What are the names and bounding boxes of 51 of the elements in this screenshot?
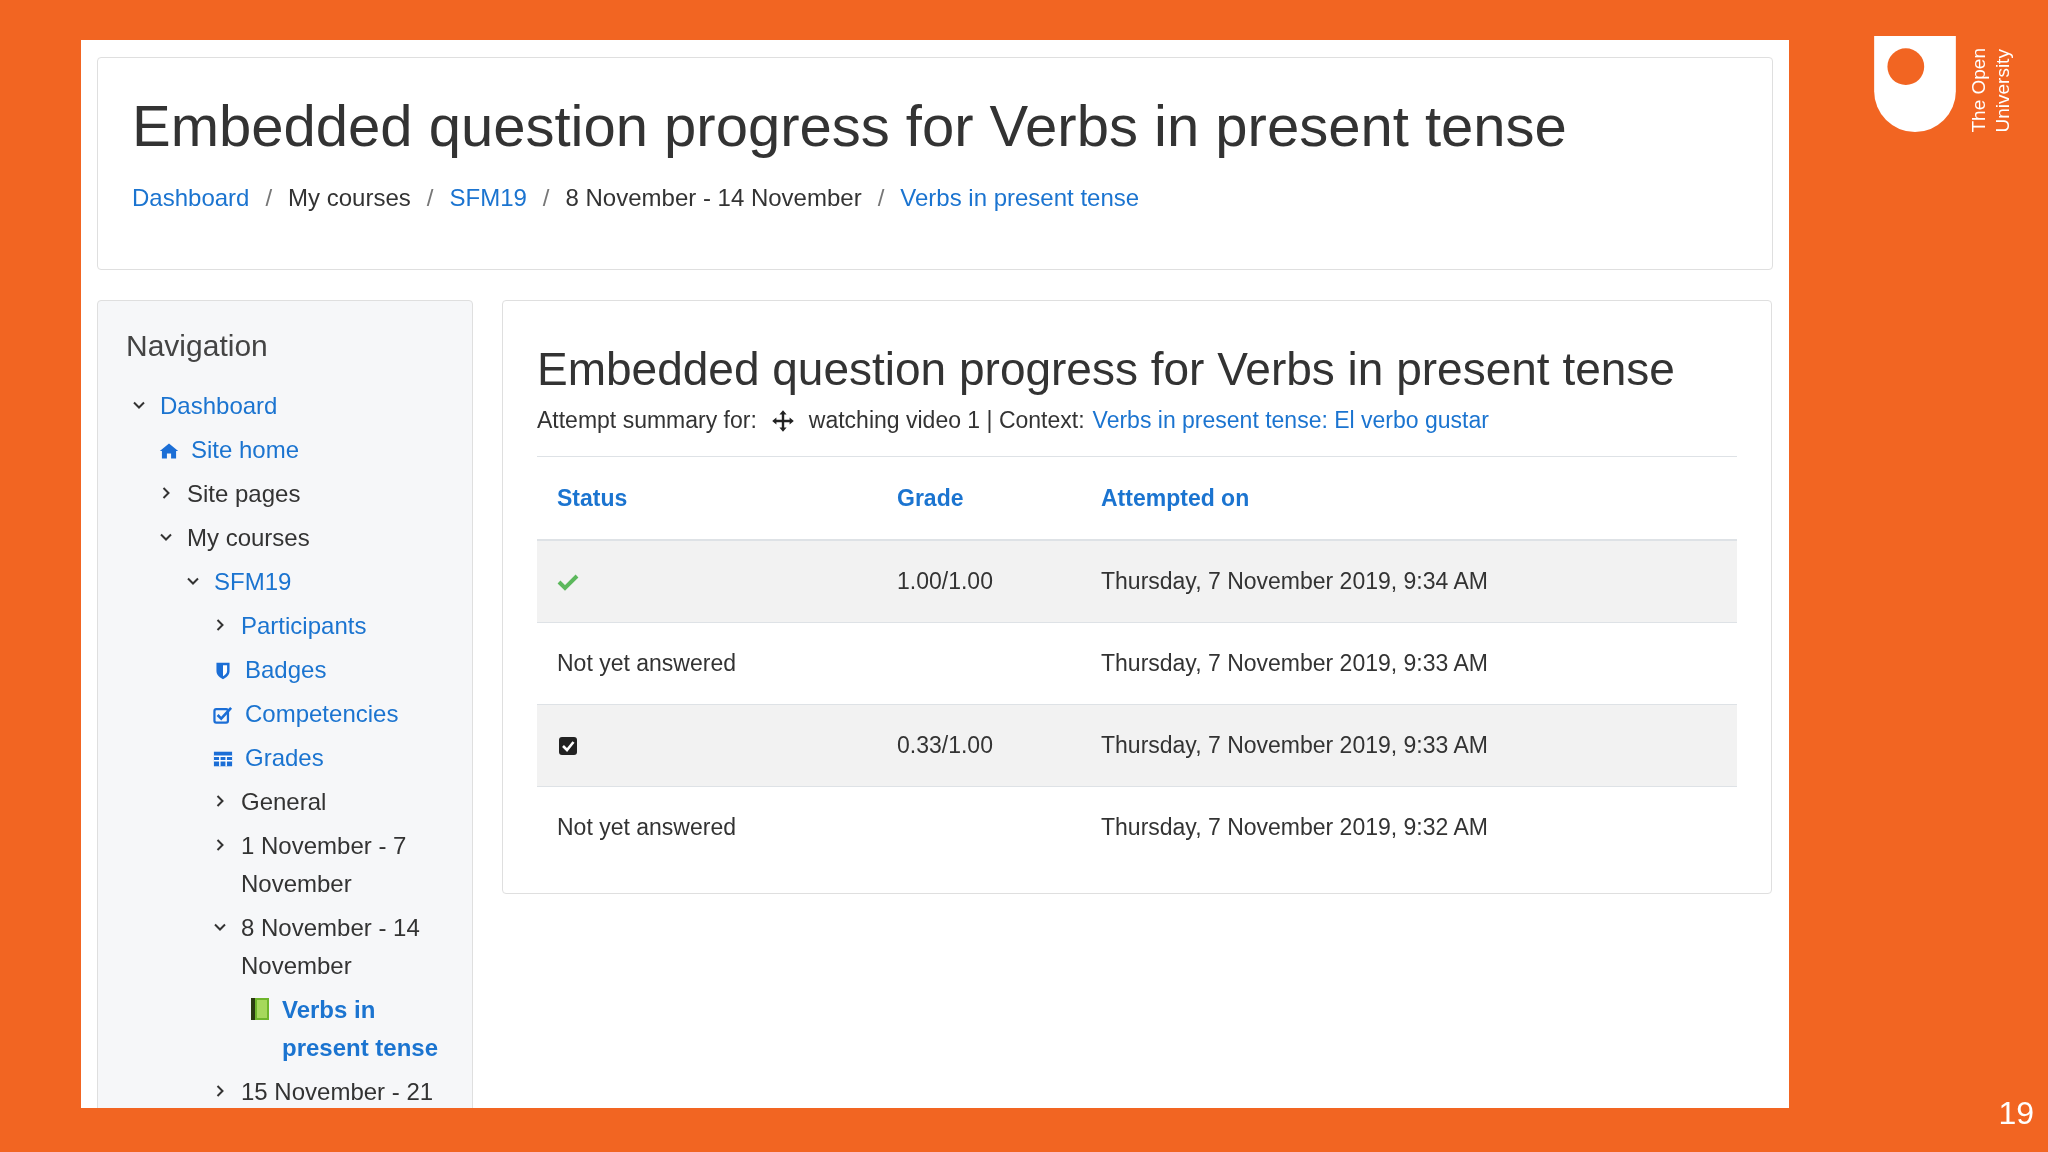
nav-item[interactable]: 1 November - 7 November <box>241 827 448 903</box>
summary-user: watching video 1 | Context: <box>808 407 1085 434</box>
summary-label: Attempt summary for: <box>537 407 757 434</box>
logo-text: The Open <box>1968 47 1990 132</box>
nav-item[interactable]: Participants <box>241 607 367 645</box>
breadcrumb-item: 8 November - 14 November <box>565 184 862 212</box>
home-icon <box>159 442 179 460</box>
nav-item[interactable]: Grades <box>245 739 324 777</box>
page-title: Embedded question progress for Verbs in present tense <box>132 92 1568 160</box>
grade-cell: 0.33/1.00 <box>897 732 993 758</box>
nav-item[interactable]: Site pages <box>187 475 301 513</box>
grade-cell: 1.00/1.00 <box>897 568 993 594</box>
shield-logo-icon <box>1874 36 1956 132</box>
nav-item[interactable]: Verbs in present tense <box>282 991 448 1067</box>
date-cell: Thursday, 7 November 2019, 9:34 AM <box>1101 568 1488 594</box>
nav-item[interactable]: Badges <box>245 651 327 689</box>
column-header[interactable]: Attempted on <box>1101 484 1250 511</box>
section-title: Embedded question progress for Verbs in present tense <box>537 342 1676 397</box>
date-cell: Thursday, 7 November 2019, 9:33 AM <box>1101 650 1488 676</box>
checkbox-icon <box>213 706 233 724</box>
breadcrumb-item: My courses <box>288 184 411 212</box>
nav-item[interactable]: SFM19 <box>214 563 292 601</box>
book-icon <box>250 997 270 1021</box>
table-icon <box>213 750 233 768</box>
nav-item[interactable]: Dashboard <box>160 387 278 425</box>
logo-text: University <box>1992 47 2014 132</box>
column-header[interactable]: Grade <box>897 484 964 511</box>
checked-box-icon <box>557 735 579 756</box>
date-cell: Thursday, 7 November 2019, 9:32 AM <box>1101 814 1488 840</box>
nav-item[interactable]: Site home <box>191 431 300 469</box>
status-text: Not yet answered <box>557 650 736 676</box>
breadcrumb-separator: / <box>265 184 273 212</box>
date-cell: Thursday, 7 November 2019, 9:33 AM <box>1101 732 1488 758</box>
nav-item[interactable]: Competencies <box>245 695 399 733</box>
column-header[interactable]: Status <box>557 484 628 511</box>
breadcrumb-separator: / <box>542 184 550 212</box>
shield-icon <box>213 662 233 680</box>
breadcrumb-separator: / <box>426 184 434 212</box>
move-icon <box>770 408 795 433</box>
breadcrumb-link[interactable]: SFM19 <box>449 184 527 212</box>
breadcrumb-link[interactable]: Dashboard <box>132 184 250 212</box>
breadcrumb-link[interactable]: Verbs in present tense <box>900 184 1140 212</box>
nav-item[interactable]: My courses <box>187 519 310 557</box>
status-text: Not yet answered <box>557 814 736 840</box>
breadcrumb-separator: / <box>877 184 885 212</box>
page-number: 19 <box>1998 1095 2034 1132</box>
nav-item[interactable]: General <box>241 783 327 821</box>
navigation-title: Navigation <box>126 329 269 363</box>
context-link[interactable]: Verbs in present tense: El verbo gustar <box>1092 407 1489 434</box>
nav-item[interactable]: 15 November - 21 <box>241 1073 434 1108</box>
nav-item[interactable]: 8 November - 14 November <box>241 909 448 985</box>
